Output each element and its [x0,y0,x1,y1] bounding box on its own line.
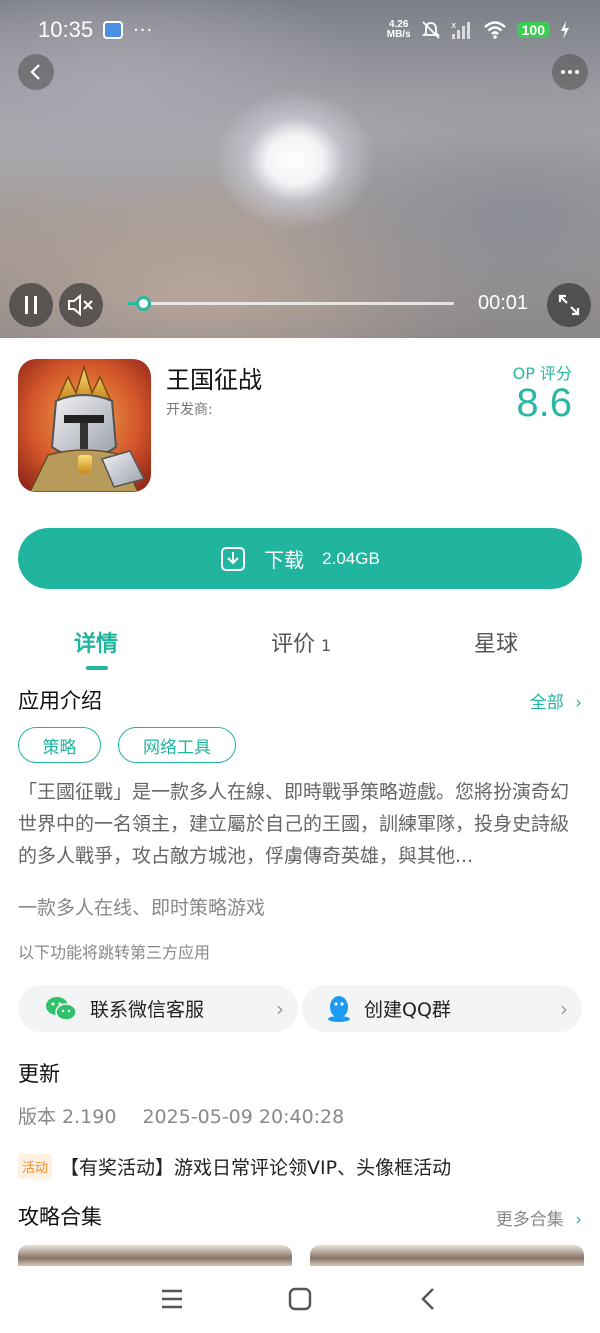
update-section-title: 更新 [18,1062,60,1086]
more-dots-icon [561,70,579,74]
version-number: 版本 2.190 [18,1106,117,1128]
download-label: 下载 [264,548,305,572]
app-title: 王国征战 [166,366,262,394]
svg-text:x: x [451,21,457,31]
review-count: 1 [321,636,332,655]
speaker-muted-icon [68,294,93,316]
wechat-icon [46,996,77,1021]
video-player[interactable]: 10:35 ··· 4.26 MB/s x 100 00:01 [0,0,600,338]
tab-active-indicator [86,666,108,670]
home-button[interactable] [280,1281,320,1317]
chevron-left-icon [30,64,40,80]
chevron-right-icon: › [575,693,582,713]
download-size: 2.04GB [322,548,380,568]
tab-reviews[interactable]: 评价 1 [271,626,331,658]
tab-details[interactable]: 详情 [74,626,118,658]
qq-icon [328,995,350,1022]
app-icon [18,359,151,492]
video-progress-bar[interactable] [128,296,454,311]
wifi-icon [483,21,506,39]
download-icon [221,546,246,571]
activity-text: 【有奖活动】游戏日常评论领VIP、头像框活动 [60,1157,452,1179]
third-party-note: 以下功能将跳转第三方应用 [18,943,211,962]
guides-section-title: 攻略合集 [18,1205,102,1229]
create-qq-group-button[interactable]: 创建QQ群 › [302,985,582,1032]
chevron-right-icon: › [560,996,568,1021]
home-square-icon [288,1287,312,1311]
signal-icon: x [451,21,470,39]
expand-icon [558,294,580,316]
recent-apps-button[interactable] [152,1281,192,1317]
status-time: 10:35 [38,17,94,42]
back-button[interactable] [18,54,54,90]
more-options-button[interactable] [552,54,588,90]
system-navigation-bar [0,1266,600,1333]
tag-network-tool[interactable]: 网络工具 [118,727,236,763]
status-more-dots: ··· [133,19,154,41]
score-value: 8.6 [516,381,572,425]
developer-label: 开发商: [166,402,213,418]
battery-indicator: 100 [516,22,550,38]
version-info: 版本 2.190 2025-05-09 20:40:28 [18,1102,344,1129]
pause-icon [25,296,37,314]
intro-section-title: 应用介绍 [18,689,102,713]
video-progress-knob[interactable] [136,296,152,311]
activity-link[interactable]: 活动 【有奖活动】游戏日常评论领VIP、头像框活动 [18,1153,451,1180]
mute-button[interactable] [59,283,103,327]
mute-notification-icon [421,21,440,39]
menu-icon [162,1289,182,1309]
guide-card[interactable] [18,1245,292,1267]
system-back-button[interactable] [408,1281,448,1317]
back-arrow-icon [421,1288,434,1310]
short-description: 一款多人在线、即时策略游戏 [18,897,266,919]
network-speed: 4.26 MB/s [386,19,411,40]
tag-strategy[interactable]: 策略 [18,727,101,763]
chevron-right-icon: › [276,996,284,1021]
download-button[interactable]: 下载 2.04GB [18,528,582,589]
app-description[interactable]: 「王國征戰」是一款多人在線、即時戰爭策略遊戲。您將扮演奇幻世界中的一名領主，建立… [18,776,584,872]
video-elapsed-time: 00:01 [478,292,529,314]
charging-icon [561,21,569,39]
guide-card[interactable] [310,1245,584,1267]
pause-button[interactable] [9,283,53,327]
chevron-right-icon: › [575,1210,582,1230]
tab-planet[interactable]: 星球 [474,626,518,658]
status-bar: 10:35 ··· 4.26 MB/s x 100 [38,14,570,46]
fullscreen-button[interactable] [547,283,591,327]
notification-app-icon [103,21,124,39]
intro-see-all-link[interactable]: 全部 › [530,688,582,713]
contact-wechat-button[interactable]: 联系微信客服 › [18,985,298,1032]
activity-badge: 活动 [18,1154,53,1179]
more-guides-link[interactable]: 更多合集 › [496,1205,582,1230]
update-date: 2025-05-09 20:40:28 [142,1106,345,1128]
